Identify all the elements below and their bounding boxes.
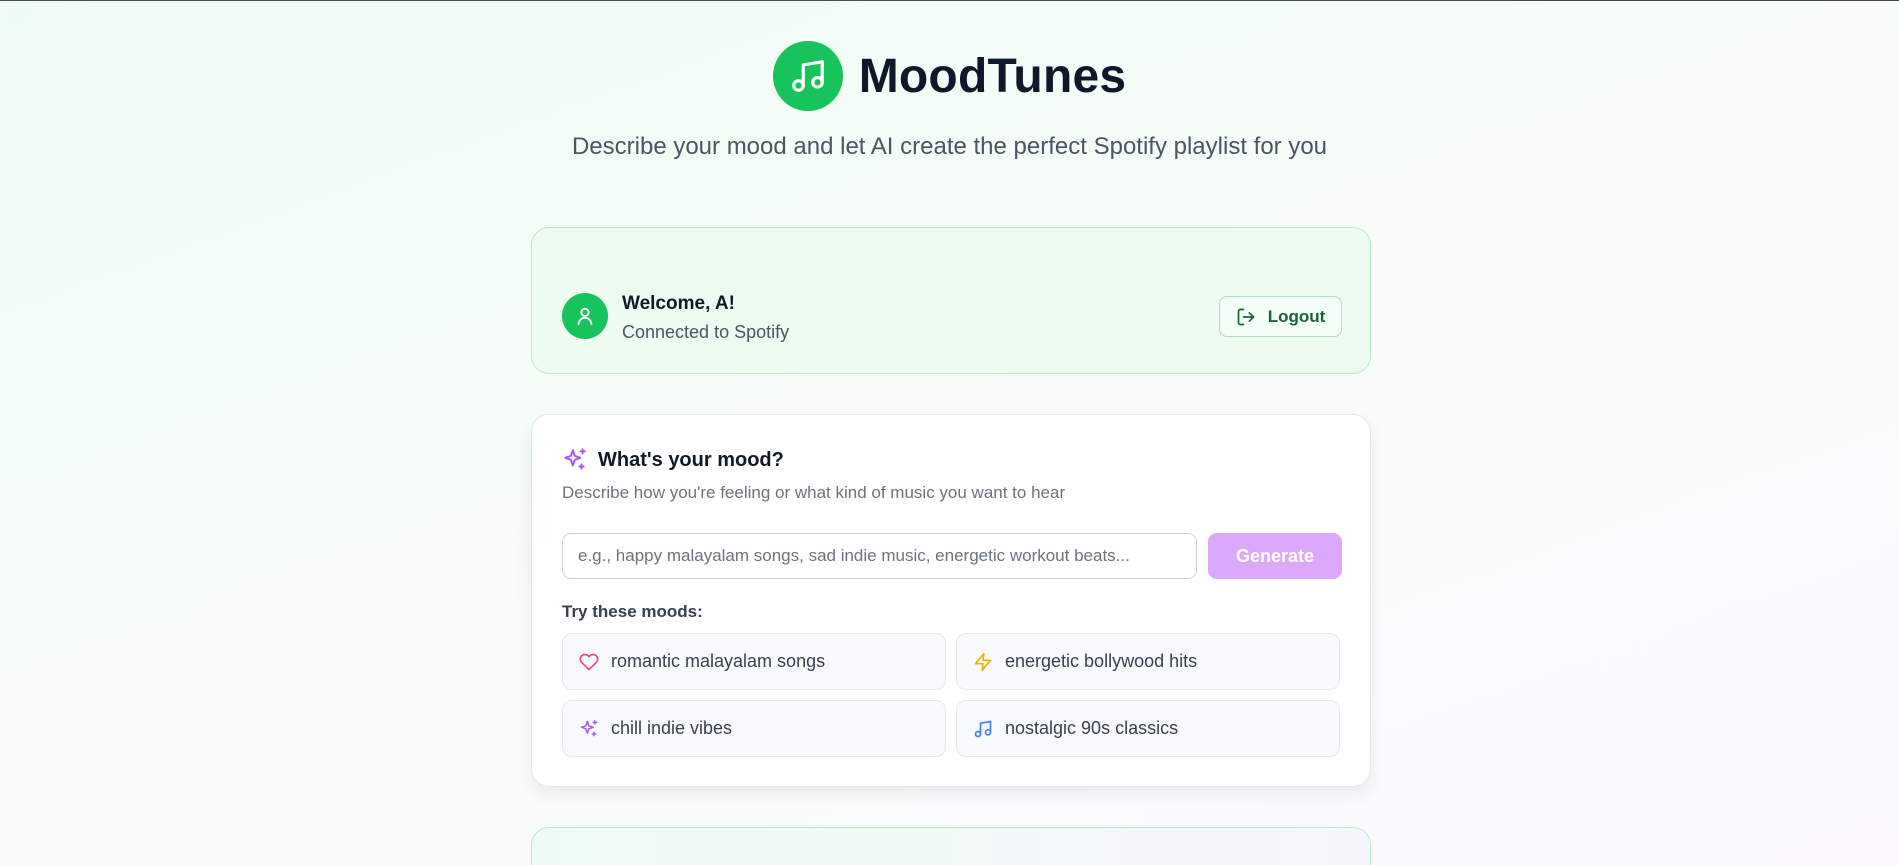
app-title: MoodTunes <box>858 49 1127 103</box>
mood-input[interactable] <box>562 533 1197 579</box>
page-header: MoodTunes Describe your mood and let AI … <box>0 41 1899 161</box>
brand: MoodTunes <box>772 41 1127 111</box>
suggestions-label: Try these moods: <box>562 602 703 621</box>
suggestion-energetic-bollywood[interactable]: energetic bollywood hits <box>956 633 1340 690</box>
mood-title: What's your mood? <box>598 448 784 471</box>
suggestion-label: nostalgic 90s classics <box>1005 718 1179 738</box>
suggestion-romantic-malayalam[interactable]: romantic malayalam songs <box>562 633 946 690</box>
mood-description: Describe how you're feeling or what kind… <box>562 483 1066 502</box>
logout-button[interactable]: Logout <box>1219 296 1342 337</box>
suggestion-label: romantic malayalam songs <box>611 651 826 671</box>
suggestion-label: chill indie vibes <box>611 718 733 738</box>
app-logo <box>772 41 843 111</box>
heart-icon <box>579 652 599 672</box>
lightning-icon <box>973 652 993 672</box>
generate-button[interactable]: Generate <box>1208 533 1342 579</box>
suggestion-chill-indie[interactable]: chill indie vibes <box>562 700 946 757</box>
playlist-card <box>531 827 1371 865</box>
music-note-icon <box>973 719 993 739</box>
tagline: Describe your mood and let AI create the… <box>571 133 1328 160</box>
mood-heading: What's your mood? <box>562 447 784 473</box>
welcome-card: Welcome, A! Connected to Spotify Logout <box>531 227 1371 374</box>
avatar <box>562 293 608 339</box>
suggestion-label: energetic bollywood hits <box>1005 651 1198 671</box>
mood-card: What's your mood? Describe how you're fe… <box>531 414 1371 787</box>
suggestion-nostalgic-90s[interactable]: nostalgic 90s classics <box>956 700 1340 757</box>
music-note-icon <box>789 57 827 95</box>
logout-label: Logout <box>1267 306 1326 326</box>
connection-status: Connected to Spotify <box>622 322 790 342</box>
sparkles-icon <box>579 719 599 739</box>
logout-icon <box>1236 307 1256 327</box>
sparkles-icon <box>562 447 588 473</box>
user-icon <box>574 305 596 327</box>
welcome-title: Welcome, A! <box>622 293 735 314</box>
